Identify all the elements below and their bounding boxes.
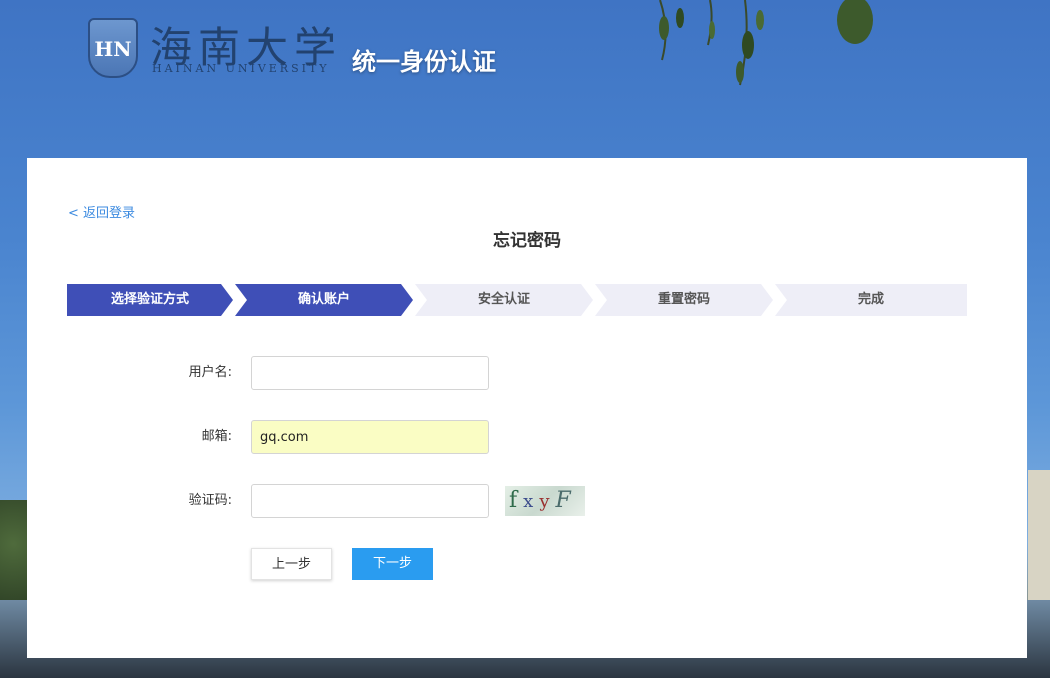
system-title: 统一身份认证 <box>352 48 496 76</box>
username-input[interactable] <box>251 356 489 390</box>
step-confirm-account: 确认账户 <box>235 284 413 316</box>
previous-step-button[interactable]: 上一步 <box>251 548 332 580</box>
background-building <box>1028 470 1050 620</box>
captcha-char: f <box>509 488 524 513</box>
step-security-verification: 安全认证 <box>415 284 593 316</box>
page-title: 忘记密码 <box>493 231 561 251</box>
captcha-char: x <box>523 491 540 512</box>
step-reset-password: 重置密码 <box>595 284 773 316</box>
university-name-en: HAINAN UNIVERSITY <box>152 62 330 75</box>
email-input[interactable] <box>251 420 489 454</box>
captcha-char: y <box>539 491 556 512</box>
next-step-button[interactable]: 下一步 <box>352 548 433 580</box>
captcha-image[interactable]: fxyF <box>505 486 585 516</box>
university-emblem-icon: HN <box>88 18 138 78</box>
back-to-login-link[interactable]: < 返回登录 <box>68 202 135 221</box>
background-tree <box>0 500 27 610</box>
step-complete: 完成 <box>775 284 967 316</box>
username-row: 用户名: <box>27 356 1027 390</box>
email-row: 邮箱: <box>27 420 1027 454</box>
progress-steps: 选择验证方式 确认账户 安全认证 重置密码 完成 <box>67 284 967 316</box>
email-label: 邮箱: <box>201 429 232 444</box>
page-header: HN 海南大学 HAINAN UNIVERSITY 统一身份认证 <box>0 0 1050 158</box>
captcha-label: 验证码: <box>188 493 232 508</box>
captcha-input[interactable] <box>251 484 489 518</box>
username-label: 用户名: <box>188 365 232 380</box>
forgot-password-card: < 返回登录 忘记密码 选择验证方式 确认账户 安全认证 重置密码 完成 用户名… <box>27 158 1027 658</box>
willow-leaves-decoration <box>659 0 873 86</box>
captcha-char: F <box>555 488 577 513</box>
captcha-row: 验证码: fxyF <box>27 484 1027 518</box>
step-select-verification: 选择验证方式 <box>67 284 233 316</box>
